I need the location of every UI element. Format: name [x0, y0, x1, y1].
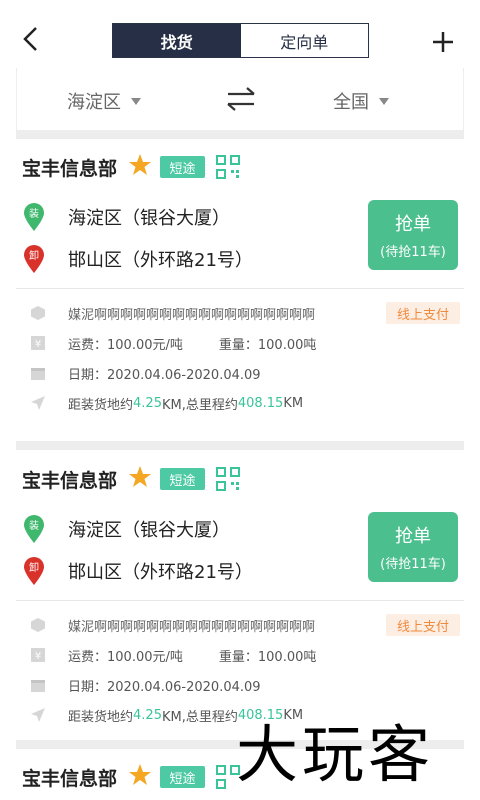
company-name: 宝丰信息部 — [22, 470, 118, 492]
short-haul-tag: 短途 — [160, 468, 205, 490]
distance-value: 4.25 — [133, 395, 162, 411]
unload-pin-icon: 卸 — [24, 557, 44, 585]
navigation-arrow-icon — [31, 708, 45, 722]
load-place: 海淀区（银谷大厦） — [68, 208, 230, 229]
tab-directed-order[interactable]: 定向单 — [240, 24, 368, 57]
short-haul-tag: 短途 — [160, 156, 205, 178]
weight-text: 重量：100.00吨 — [218, 649, 317, 665]
goods-name: 媒泥啊啊啊啊啊啊啊啊啊啊啊啊啊啊啊啊啊 — [68, 619, 316, 635]
tab-find-goods[interactable]: 找货 — [113, 24, 241, 57]
date-row: 日期：2020.04.06-2020.04.09 — [30, 674, 261, 696]
star-icon — [129, 466, 151, 487]
destination-label: 全国 — [333, 92, 369, 113]
company-name: 宝丰信息部 — [22, 158, 118, 180]
grab-order-label: 抢单 — [395, 526, 431, 547]
package-icon — [31, 306, 45, 320]
online-payment-badge: 线上支付 — [386, 302, 460, 324]
segmented-control: 找货 定向单 — [112, 23, 369, 58]
section-separator — [16, 441, 464, 450]
chevron-left-icon[interactable] — [20, 26, 42, 52]
top-nav-bar: 找货 定向单 — [0, 0, 480, 66]
card-divider — [16, 600, 464, 601]
online-payment-badge: 线上支付 — [386, 614, 460, 636]
goods-row: 媒泥啊啊啊啊啊啊啊啊啊啊啊啊啊啊啊啊啊 — [30, 302, 315, 324]
freight-text: 运费：100.00元/吨 — [68, 649, 183, 665]
origin-label: 海淀区 — [67, 92, 121, 113]
svg-text:¥: ¥ — [35, 339, 41, 350]
plus-icon[interactable] — [431, 30, 455, 54]
unload-badge-text: 卸 — [29, 561, 39, 574]
date-text: 日期：2020.04.06-2020.04.09 — [68, 679, 261, 695]
watermark: 大玩客 — [236, 718, 435, 791]
cargo-card[interactable]: 宝丰信息部 短途 装 海淀区（银谷大厦） 卸 邯山区（外环路21号） 抢单 (待… — [16, 452, 464, 742]
company-name: 宝丰信息部 — [22, 768, 118, 790]
distance-suffix: KM — [283, 395, 304, 411]
load-pin-icon: 装 — [24, 203, 44, 231]
goods-row: 媒泥啊啊啊啊啊啊啊啊啊啊啊啊啊啊啊啊啊 — [30, 614, 315, 636]
calendar-icon — [31, 680, 45, 692]
card-divider — [16, 288, 464, 289]
swap-arrows-icon[interactable] — [225, 86, 257, 112]
load-place: 海淀区（银谷大厦） — [68, 520, 230, 541]
unload-badge-text: 卸 — [29, 249, 39, 262]
unload-place: 邯山区（外环路21号） — [68, 562, 253, 583]
svg-text:¥: ¥ — [35, 651, 41, 662]
distance-mid: KM,总里程约 — [161, 709, 238, 725]
distance-prefix: 距装货地约 — [68, 397, 134, 413]
distance-row: 距装货地约 4.25 KM,总里程约 408.15 KM — [30, 392, 303, 414]
freight-row: ¥ 运费：100.00元/吨 重量：100.00吨 — [30, 644, 316, 666]
unload-pin-icon: 卸 — [24, 245, 44, 273]
short-haul-tag: 短途 — [160, 766, 205, 788]
freight-row: ¥ 运费：100.00元/吨 重量：100.00吨 — [30, 332, 316, 354]
grab-order-label: 抢单 — [395, 214, 431, 235]
cargo-card[interactable]: 宝丰信息部 短途 装 海淀区（银谷大厦） 卸 邯山区（外环路21号） 抢单 (待… — [16, 140, 464, 430]
grab-order-button[interactable]: 抢单 (待抢11车) — [368, 200, 458, 270]
load-pin-icon: 装 — [24, 515, 44, 543]
remaining-trucks-label: (待抢11车) — [380, 245, 446, 260]
yen-icon: ¥ — [31, 648, 45, 662]
freight-text: 运费：100.00元/吨 — [68, 337, 183, 353]
qr-code-icon[interactable] — [216, 467, 240, 491]
star-icon — [129, 764, 151, 785]
calendar-icon — [31, 368, 45, 380]
unload-place: 邯山区（外环路21号） — [68, 250, 253, 271]
date-text: 日期：2020.04.06-2020.04.09 — [68, 367, 261, 383]
load-badge-text: 装 — [29, 519, 39, 532]
star-icon — [129, 154, 151, 175]
package-icon — [31, 618, 45, 632]
remaining-trucks-label: (待抢11车) — [380, 557, 446, 572]
origin-dropdown[interactable]: 海淀区 — [67, 88, 141, 114]
distance-prefix: 距装货地约 — [68, 709, 134, 725]
section-separator — [16, 130, 464, 139]
goods-name: 媒泥啊啊啊啊啊啊啊啊啊啊啊啊啊啊啊啊啊 — [68, 307, 316, 323]
load-badge-text: 装 — [29, 207, 39, 220]
distance-mid: KM,总里程约 — [161, 397, 238, 413]
date-row: 日期：2020.04.06-2020.04.09 — [30, 362, 261, 384]
weight-text: 重量：100.00吨 — [218, 337, 317, 353]
caret-down-icon — [379, 97, 389, 105]
qr-code-icon[interactable] — [216, 155, 240, 179]
total-distance-value: 408.15 — [237, 395, 284, 411]
distance-value: 4.25 — [133, 707, 162, 723]
route-filter-bar: 海淀区 全国 — [16, 68, 464, 130]
caret-down-icon — [131, 97, 141, 105]
navigation-arrow-icon — [31, 396, 45, 410]
grab-order-button[interactable]: 抢单 (待抢11车) — [368, 512, 458, 582]
yen-icon: ¥ — [31, 336, 45, 350]
destination-dropdown[interactable]: 全国 — [333, 88, 389, 114]
